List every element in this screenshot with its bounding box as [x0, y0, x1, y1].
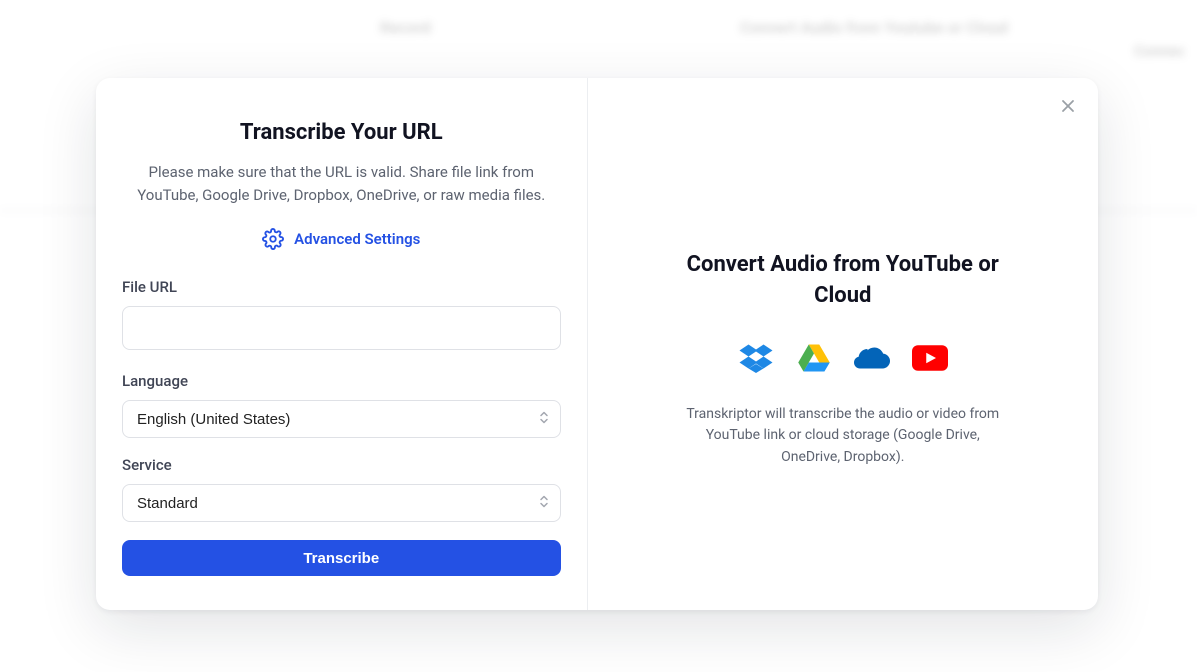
- google-drive-icon: [796, 340, 832, 376]
- bg-heading-convert: Convert Audio from Youtube or Cloud: [740, 18, 1008, 37]
- service-icons-row: [738, 340, 948, 376]
- service-select[interactable]: Standard: [122, 484, 561, 522]
- bg-heading-record: Record: [380, 18, 431, 37]
- dropbox-icon: [738, 340, 774, 376]
- onedrive-icon: [854, 340, 890, 376]
- transcribe-button[interactable]: Transcribe: [122, 540, 561, 576]
- transcribe-url-modal: Transcribe Your URL Please make sure tha…: [96, 78, 1098, 610]
- right-panel-title: Convert Audio from YouTube or Cloud: [663, 250, 1023, 312]
- service-select-wrap: Standard: [122, 484, 561, 522]
- language-select[interactable]: English (United States): [122, 400, 561, 438]
- service-label: Service: [122, 456, 561, 474]
- close-button[interactable]: [1056, 94, 1080, 118]
- file-url-label: File URL: [122, 278, 561, 296]
- modal-left-panel: Transcribe Your URL Please make sure tha…: [96, 78, 588, 610]
- close-icon: [1060, 98, 1076, 114]
- right-panel-description: Transkriptor will transcribe the audio o…: [678, 404, 1008, 469]
- modal-title: Transcribe Your URL: [122, 120, 561, 145]
- language-label: Language: [122, 372, 561, 390]
- gear-icon: [262, 228, 284, 250]
- modal-right-panel: Convert Audio from YouTube or Cloud: [588, 78, 1099, 610]
- language-select-wrap: English (United States): [122, 400, 561, 438]
- advanced-settings-link[interactable]: Advanced Settings: [122, 228, 561, 250]
- bg-text-connect: Connec: [1134, 42, 1185, 60]
- file-url-input[interactable]: [122, 306, 561, 350]
- youtube-icon: [912, 340, 948, 376]
- modal-subtitle: Please make sure that the URL is valid. …: [122, 161, 561, 206]
- advanced-settings-label: Advanced Settings: [294, 230, 420, 248]
